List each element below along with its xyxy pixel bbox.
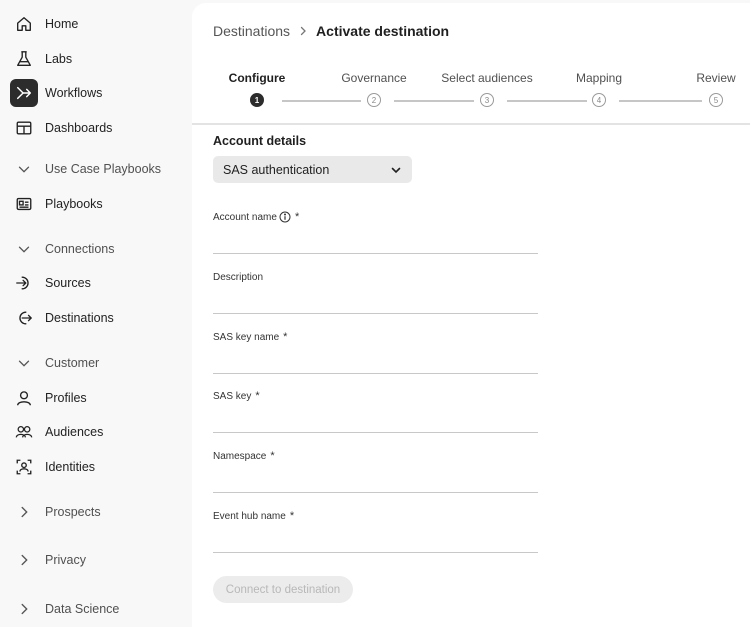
sidebar-section-privacy[interactable]: Privacy bbox=[10, 546, 86, 574]
section-title-account-details: Account details bbox=[213, 134, 307, 148]
sidebar-item-home[interactable]: Home bbox=[10, 10, 78, 38]
sidebar-item-dashboards[interactable]: Dashboards bbox=[10, 114, 112, 142]
sidebar-section-label: Use Case Playbooks bbox=[45, 162, 162, 176]
sidebar-item-sources[interactable]: Sources bbox=[10, 269, 91, 297]
sas-key-field: SAS key * bbox=[213, 389, 538, 433]
sidebar-section-label: Prospects bbox=[45, 505, 101, 519]
sas-key-name-label: SAS key name bbox=[213, 331, 280, 343]
sidebar-item-labs[interactable]: Labs bbox=[10, 45, 72, 73]
sidebar-section-connections[interactable]: Connections bbox=[10, 235, 115, 263]
account-name-label: Account name bbox=[213, 211, 277, 223]
chevron-right-icon bbox=[10, 546, 38, 574]
sidebar-item-label: Sources bbox=[45, 276, 91, 290]
step-indicator: Configure Governance Select audiences Ma… bbox=[192, 63, 750, 125]
sidebar-item-label: Identities bbox=[45, 460, 96, 474]
sidebar-item-label: Playbooks bbox=[45, 197, 103, 211]
account-name-field: Account name * bbox=[213, 210, 538, 254]
step-connector bbox=[282, 100, 361, 102]
sidebar-section-customer[interactable]: Customer bbox=[10, 349, 99, 377]
sidebar-item-label: Audiences bbox=[45, 425, 104, 439]
sidebar: Home Labs Workflows Dashboards Use Case … bbox=[0, 0, 192, 627]
flask-icon bbox=[10, 45, 38, 73]
page-title: Activate destination bbox=[316, 23, 450, 39]
source-icon bbox=[10, 269, 38, 297]
sas-key-name-input[interactable] bbox=[213, 352, 538, 374]
sidebar-item-destinations[interactable]: Destinations bbox=[10, 304, 114, 332]
main-panel: Destinations Activate destination Config… bbox=[192, 3, 750, 627]
sidebar-section-prospects[interactable]: Prospects bbox=[10, 498, 101, 526]
description-label: Description bbox=[213, 271, 264, 283]
playbook-icon bbox=[10, 190, 38, 218]
required-indicator: * bbox=[270, 450, 275, 462]
required-indicator: * bbox=[289, 510, 295, 522]
sidebar-item-label: Destinations bbox=[45, 311, 114, 325]
description-field: Description bbox=[213, 270, 538, 314]
sidebar-item-label: Dashboards bbox=[45, 121, 113, 135]
account-name-input[interactable] bbox=[213, 232, 538, 254]
info-icon[interactable] bbox=[279, 211, 291, 223]
sidebar-item-playbooks[interactable]: Playbooks bbox=[10, 190, 103, 218]
event-hub-name-field: Event hub name * bbox=[213, 509, 538, 553]
step-marker-governance: 2 bbox=[367, 93, 381, 107]
sidebar-section-label: Connections bbox=[45, 242, 115, 256]
sidebar-item-identities[interactable]: Identities bbox=[10, 453, 95, 481]
sidebar-item-label: Profiles bbox=[45, 391, 87, 405]
required-indicator: * bbox=[255, 390, 260, 402]
chevron-down-icon bbox=[391, 167, 401, 173]
chevron-down-icon bbox=[10, 349, 38, 377]
step-marker-mapping: 4 bbox=[592, 93, 606, 107]
sidebar-section-label: Privacy bbox=[45, 553, 86, 567]
step-connector bbox=[619, 100, 702, 102]
sidebar-item-label: Labs bbox=[45, 52, 73, 66]
user-icon bbox=[10, 384, 38, 412]
sidebar-item-workflows[interactable]: Workflows bbox=[10, 79, 102, 107]
namespace-label: Namespace bbox=[213, 450, 267, 462]
identity-icon bbox=[10, 453, 38, 481]
sidebar-section-label: Customer bbox=[45, 356, 100, 370]
step-label-mapping: Mapping bbox=[575, 71, 623, 85]
namespace-field: Namespace * bbox=[213, 449, 538, 493]
namespace-input[interactable] bbox=[213, 471, 538, 493]
step-label-review: Review bbox=[696, 71, 736, 85]
chevron-right-icon bbox=[298, 26, 308, 36]
event-hub-name-label: Event hub name bbox=[213, 510, 286, 522]
sidebar-section-data-science[interactable]: Data Science bbox=[10, 595, 119, 623]
breadcrumb-link-destinations[interactable]: Destinations bbox=[213, 23, 290, 39]
home-icon bbox=[10, 10, 38, 38]
step-label-governance: Governance bbox=[341, 71, 407, 85]
description-input[interactable] bbox=[213, 292, 538, 314]
chevron-right-icon bbox=[10, 595, 38, 623]
authentication-type-value: SAS authentication bbox=[223, 162, 330, 177]
sidebar-item-audiences[interactable]: Audiences bbox=[10, 418, 103, 446]
chevron-down-icon bbox=[10, 235, 38, 263]
sas-key-label: SAS key bbox=[213, 390, 252, 402]
sidebar-item-profiles[interactable]: Profiles bbox=[10, 384, 87, 412]
step-label-configure: Configure bbox=[228, 71, 286, 85]
users-icon bbox=[10, 418, 38, 446]
chevron-right-icon bbox=[10, 498, 38, 526]
required-indicator: * bbox=[294, 211, 300, 223]
sidebar-item-label: Home bbox=[45, 17, 79, 31]
sidebar-item-label: Workflows bbox=[45, 86, 103, 100]
required-indicator: * bbox=[283, 331, 288, 343]
sas-key-name-field: SAS key name * bbox=[213, 330, 538, 374]
chevron-down-icon bbox=[10, 155, 38, 183]
step-marker-review: 5 bbox=[709, 93, 723, 107]
step-label-select-audiences: Select audiences bbox=[441, 71, 533, 85]
breadcrumb: Destinations Activate destination bbox=[213, 23, 449, 39]
authentication-type-select[interactable]: SAS authentication bbox=[213, 156, 412, 183]
destination-icon bbox=[10, 304, 38, 332]
step-marker-select-audiences: 3 bbox=[480, 93, 494, 107]
step-marker-configure: 1 bbox=[250, 93, 264, 107]
sidebar-section-label: Data Science bbox=[45, 602, 120, 616]
step-connector bbox=[394, 100, 474, 102]
workflow-icon bbox=[10, 79, 38, 107]
connect-to-destination-button[interactable]: Connect to destination bbox=[213, 576, 353, 603]
dashboard-icon bbox=[10, 114, 38, 142]
sas-key-input[interactable] bbox=[213, 411, 538, 433]
step-connector bbox=[507, 100, 587, 102]
sidebar-section-use-case-playbooks[interactable]: Use Case Playbooks bbox=[10, 155, 161, 183]
event-hub-name-input[interactable] bbox=[213, 531, 538, 553]
